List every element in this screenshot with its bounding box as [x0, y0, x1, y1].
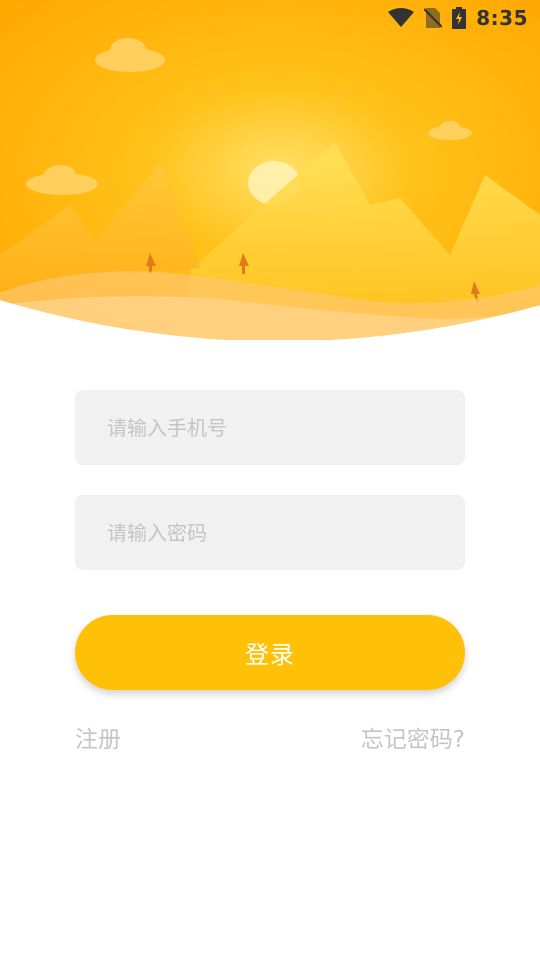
login-button[interactable]: 登录 [75, 615, 465, 690]
phone-input[interactable] [105, 414, 435, 441]
phone-field[interactable] [75, 390, 465, 465]
login-screen: 8:35 登录 注册 忘记密码? [0, 0, 540, 960]
status-time: 8:35 [476, 6, 528, 30]
auth-links: 注册 忘记密码? [75, 720, 465, 754]
battery-charging-icon [452, 7, 467, 29]
login-form: 登录 注册 忘记密码? [75, 390, 465, 754]
register-link[interactable]: 注册 [75, 720, 121, 754]
hero-illustration [0, 0, 540, 340]
mountains-sunrise-illustration [0, 0, 540, 340]
wifi-icon [388, 8, 415, 28]
password-field[interactable] [75, 495, 465, 570]
no-sim-icon [424, 8, 443, 28]
password-input[interactable] [105, 519, 435, 546]
status-bar: 8:35 [388, 0, 540, 36]
forgot-password-link[interactable]: 忘记密码? [361, 720, 465, 754]
